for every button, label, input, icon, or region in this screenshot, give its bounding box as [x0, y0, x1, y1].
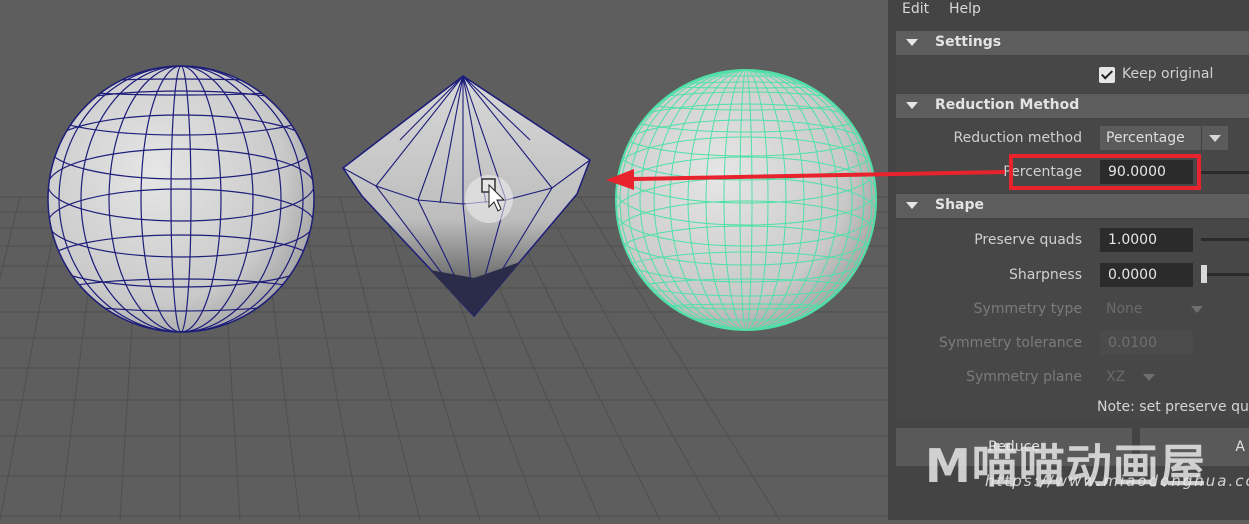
reduction-method-label: Reduction method — [953, 130, 1082, 146]
settings-group: Keep original — [896, 57, 1249, 93]
symmetry-type-dropdown[interactable]: None — [1100, 297, 1210, 321]
symmetry-tolerance-input[interactable]: 0.0100 — [1100, 331, 1193, 355]
shape-group: Preserve quads 1.0000 Sharpness 0.0000 S… — [896, 220, 1249, 420]
sharpness-slider[interactable] — [1201, 273, 1249, 276]
viewport-scene[interactable] — [0, 0, 888, 521]
menu-bar: Edit Help — [888, 0, 1249, 24]
reduction-method-dropdown[interactable]: Percentage — [1100, 126, 1228, 150]
3d-viewport[interactable] — [0, 0, 888, 521]
symmetry-plane-dropdown[interactable]: XZ — [1100, 365, 1162, 389]
percentage-highlight-box — [1009, 154, 1201, 190]
menu-help[interactable]: Help — [949, 1, 981, 17]
sphere-mesh-left[interactable] — [47, 65, 315, 333]
sharpness-input[interactable]: 0.0000 — [1100, 263, 1193, 287]
watermark-url: https://www.miaodonghua.com — [985, 472, 1249, 490]
section-title: Settings — [935, 34, 1002, 50]
reduction-method-value: Percentage — [1106, 130, 1185, 146]
chevron-down-icon — [1184, 297, 1210, 321]
symmetry-plane-label: Symmetry plane — [966, 369, 1082, 385]
reduced-mesh-middle[interactable] — [341, 75, 591, 318]
chevron-down-icon — [1136, 365, 1162, 389]
symmetry-type-value: None — [1106, 301, 1143, 317]
keep-original-checkbox[interactable] — [1099, 67, 1115, 83]
section-settings-header[interactable]: Settings — [896, 31, 1249, 55]
collapse-arrow-icon — [906, 39, 918, 46]
preserve-quads-note: Note: set preserve quads — [1097, 399, 1249, 415]
symmetry-plane-value: XZ — [1106, 369, 1126, 385]
section-title: Shape — [935, 197, 985, 213]
symmetry-tolerance-label: Symmetry tolerance — [938, 335, 1082, 351]
sharpness-slider-handle[interactable] — [1201, 265, 1207, 283]
preserve-quads-slider[interactable] — [1201, 238, 1249, 241]
preserve-quads-input[interactable]: 1.0000 — [1100, 228, 1193, 252]
sphere-mesh-selected[interactable] — [615, 69, 877, 331]
symmetry-type-label: Symmetry type — [973, 301, 1082, 317]
collapse-arrow-icon — [906, 202, 918, 209]
percentage-slider[interactable] — [1201, 171, 1249, 174]
chevron-down-icon — [1201, 126, 1228, 150]
section-title: Reduction Method — [935, 97, 1080, 113]
section-shape-header[interactable]: Shape — [896, 194, 1249, 218]
menu-edit[interactable]: Edit — [902, 1, 929, 17]
section-reduction-header[interactable]: Reduction Method — [896, 94, 1249, 118]
collapse-arrow-icon — [906, 102, 918, 109]
sharpness-label: Sharpness — [1008, 267, 1082, 283]
preserve-quads-label: Preserve quads — [974, 232, 1082, 248]
keep-original-label: Keep original — [1122, 66, 1214, 82]
